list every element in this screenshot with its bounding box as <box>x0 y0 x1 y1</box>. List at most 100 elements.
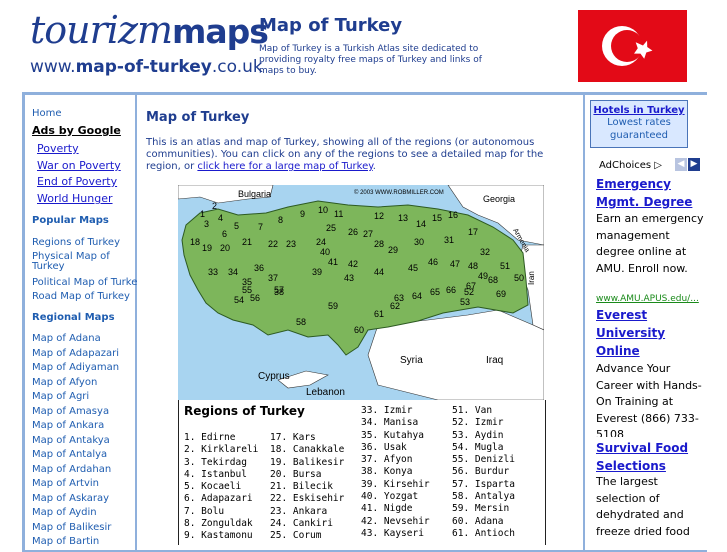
ad-2-title[interactable]: Everest University Online <box>596 306 704 360</box>
regional-map-link[interactable]: Map of Ardahan <box>32 464 111 475</box>
map-region-number[interactable]: 63 <box>394 293 404 303</box>
map-region-number[interactable]: 3 <box>204 219 209 229</box>
region-list-item[interactable]: 61. Antioch <box>452 528 515 540</box>
region-list-item[interactable]: 23. Ankara <box>270 506 344 518</box>
map-region-number[interactable]: 58 <box>296 317 306 327</box>
map-region-number[interactable]: 44 <box>374 267 384 277</box>
region-list-item[interactable]: 43. Kayseri <box>361 528 430 540</box>
map-region-number[interactable]: 26 <box>348 227 358 237</box>
map-region-number[interactable]: 24 <box>316 237 326 247</box>
map-region-number[interactable]: 23 <box>286 239 296 249</box>
region-list-item[interactable]: 17. Kars <box>270 432 344 444</box>
region-list-item[interactable]: 60. Adana <box>452 516 515 528</box>
regional-map-link[interactable]: Map of Bartin <box>32 536 99 547</box>
map-region-number[interactable]: 69 <box>496 289 506 299</box>
map-region-number[interactable]: 15 <box>432 213 442 223</box>
map-region-number[interactable]: 42 <box>348 259 358 269</box>
ad-1-title[interactable]: Emergency Mgmt. Degree <box>596 175 704 211</box>
map-region-number[interactable]: 16 <box>448 210 458 220</box>
region-list-item[interactable]: 20. Bursa <box>270 469 344 481</box>
regional-map-link[interactable]: Map of Balikesir <box>32 522 111 533</box>
nav-home-link[interactable]: Home <box>32 108 62 119</box>
region-list-item[interactable]: 52. Izmir <box>452 417 515 429</box>
map-region-number[interactable]: 36 <box>254 263 264 273</box>
map-region-number[interactable]: 34 <box>228 267 238 277</box>
map-region-number[interactable]: 61 <box>374 309 384 319</box>
map-region-number[interactable]: 11 <box>334 209 343 219</box>
region-list-item[interactable]: 38. Konya <box>361 466 430 478</box>
map-region-number[interactable]: 32 <box>480 247 490 257</box>
region-list-item[interactable]: 25. Corum <box>270 530 344 542</box>
map-region-number[interactable]: 6 <box>222 229 227 239</box>
map-region-number[interactable]: 45 <box>408 263 418 273</box>
map-region-number[interactable]: 17 <box>468 227 478 237</box>
map-region-number[interactable]: 57 <box>274 285 284 295</box>
region-list-item[interactable]: 4. Istanbul <box>184 469 258 481</box>
map-region-number[interactable]: 7 <box>258 222 263 232</box>
regional-map-link[interactable]: Map of Amasya <box>32 406 109 417</box>
map-region-number[interactable]: 29 <box>388 245 398 255</box>
regional-map-link[interactable]: Map of Ankara <box>32 420 104 431</box>
region-list-item[interactable]: 39. Kirsehir <box>361 479 430 491</box>
region-list-item[interactable]: 56. Burdur <box>452 466 515 478</box>
map-region-number[interactable]: 18 <box>190 237 200 247</box>
region-list-item[interactable]: 9. Kastamonu <box>184 530 258 542</box>
map-region-number[interactable]: 31 <box>444 235 454 245</box>
map-region-number[interactable]: 22 <box>268 239 278 249</box>
map-region-number[interactable]: 48 <box>468 261 478 271</box>
map-region-number[interactable]: 25 <box>326 223 336 233</box>
region-list-item[interactable]: 6. Adapazari <box>184 493 258 505</box>
adchoices-label[interactable]: AdChoices ▷ <box>599 160 662 171</box>
large-map-link[interactable]: click here for a large map of Turkey <box>197 161 372 172</box>
map-region-number[interactable]: 14 <box>416 219 426 229</box>
regional-map-link[interactable]: Map of Adapazari <box>32 348 119 359</box>
map-region-number[interactable]: 53 <box>460 297 470 307</box>
region-list-item[interactable]: 54. Mugla <box>452 442 515 454</box>
region-list-item[interactable]: 36. Usak <box>361 442 430 454</box>
regional-map-link[interactable]: Map of Antalya <box>32 449 107 460</box>
region-list-item[interactable]: 3. Tekirdag <box>184 457 258 469</box>
map-region-number[interactable]: 49 <box>478 271 488 281</box>
map-region-number[interactable]: 5 <box>234 221 239 231</box>
region-list-item[interactable]: 53. Aydin <box>452 430 515 442</box>
map-region-number[interactable]: 8 <box>278 215 283 225</box>
map-region-number[interactable]: 65 <box>430 287 440 297</box>
regional-map-link[interactable]: Map of Afyon <box>32 377 97 388</box>
site-logo[interactable]: tourizmmaps <box>30 10 269 52</box>
region-list-item[interactable]: 2. Kirklareli <box>184 444 258 456</box>
ad-link-end-of-poverty[interactable]: End of Poverty <box>37 175 117 188</box>
map-region-number[interactable]: 54 <box>234 295 244 305</box>
map-region-number[interactable]: 1 <box>200 209 205 219</box>
regional-map-link[interactable]: Map of Askaray <box>32 493 109 504</box>
map-region-number[interactable]: 50 <box>514 273 524 283</box>
ad-3-title[interactable]: Survival Food Selections <box>596 439 704 475</box>
map-region-number[interactable]: 28 <box>374 239 384 249</box>
map-region-number[interactable]: 40 <box>320 247 330 257</box>
turkey-region-map[interactable]: 1 2 3 4 5 6 7 8 9 10 11 12 13 14 15 16 17 18 19 20 21 22 23 24 2… <box>177 184 545 401</box>
map-region-number[interactable]: 12 <box>374 211 384 221</box>
map-region-number[interactable]: 30 <box>414 237 424 247</box>
ad-link-war-on-poverty[interactable]: War on Poverty <box>37 159 121 172</box>
region-list-item[interactable]: 33. Izmir <box>361 405 430 417</box>
regional-map-link[interactable]: Map of Artvin <box>32 478 99 489</box>
map-region-number[interactable]: 27 <box>363 229 373 239</box>
map-region-number[interactable]: 9 <box>300 209 305 219</box>
map-region-number[interactable]: 43 <box>344 273 354 283</box>
map-region-number[interactable]: 67 <box>466 281 476 291</box>
regional-map-link[interactable]: Map of Adana <box>32 333 101 344</box>
map-region-number[interactable]: 37 <box>268 273 278 283</box>
map-region-number[interactable]: 51 <box>500 261 510 271</box>
map-region-number[interactable]: 4 <box>218 213 223 223</box>
hotels-in-turkey-link[interactable]: Hotels in Turkey <box>591 105 687 116</box>
map-region-number[interactable]: 66 <box>446 285 456 295</box>
region-list-item[interactable]: 21. Bilecik <box>270 481 344 493</box>
map-region-number[interactable]: 10 <box>318 205 328 215</box>
map-region-number[interactable]: 56 <box>250 293 260 303</box>
region-list-item[interactable]: 42. Nevsehir <box>361 516 430 528</box>
ad-next-arrow-icon[interactable]: ▶ <box>688 158 700 171</box>
region-list-item[interactable]: 1. Edirne <box>184 432 258 444</box>
map-region-number[interactable]: 47 <box>450 259 460 269</box>
map-region-number[interactable]: 39 <box>312 267 322 277</box>
map-region-number[interactable]: 60 <box>354 325 364 335</box>
map-region-number[interactable]: 21 <box>242 237 252 247</box>
